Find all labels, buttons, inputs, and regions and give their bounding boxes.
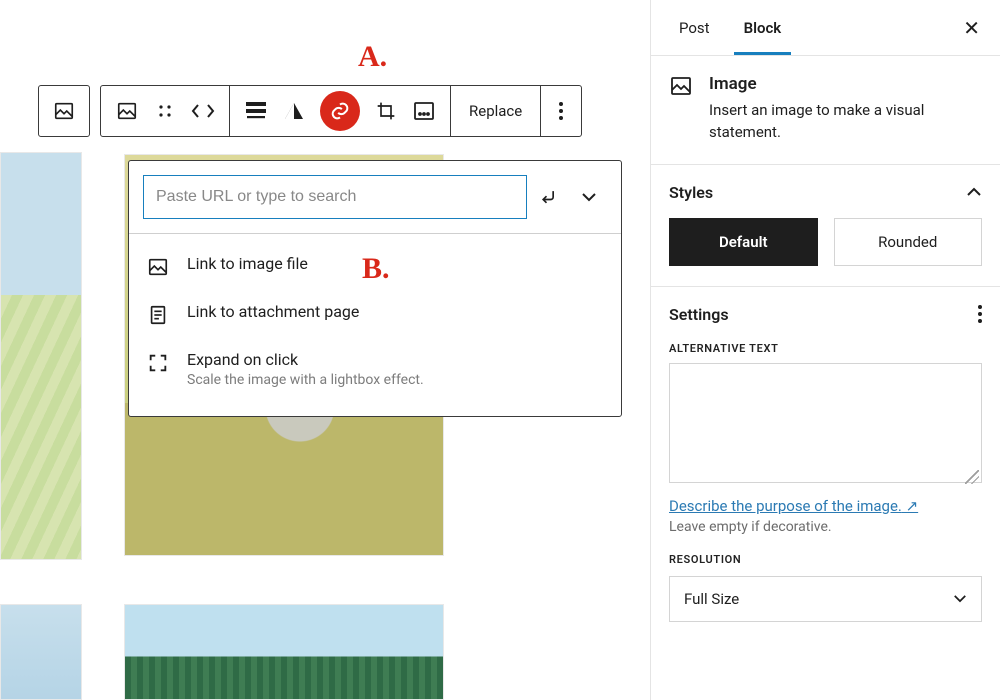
close-sidebar-button[interactable]: ✕ bbox=[963, 18, 980, 38]
option-label: Link to attachment page bbox=[187, 302, 359, 321]
gallery-image[interactable] bbox=[0, 152, 82, 560]
link-option-expand[interactable]: Expand on click Scale the image with a l… bbox=[143, 338, 607, 400]
sidebar-tabs: Post Block ✕ bbox=[651, 0, 1000, 56]
link-option-attachment[interactable]: Link to attachment page bbox=[143, 290, 607, 338]
annotation-b: B. bbox=[362, 252, 390, 286]
alt-text-input[interactable] bbox=[669, 363, 982, 483]
image-icon bbox=[669, 74, 695, 144]
resolution-value: Full Size bbox=[684, 590, 739, 608]
page-icon bbox=[147, 304, 171, 326]
settings-heading: Settings bbox=[669, 305, 729, 324]
gallery-image[interactable] bbox=[0, 604, 82, 700]
close-icon: ✕ bbox=[963, 16, 980, 40]
option-sub: Scale the image with a lightbox effect. bbox=[187, 372, 424, 388]
link-options-toggle[interactable] bbox=[571, 179, 607, 215]
style-rounded-button[interactable]: Rounded bbox=[834, 218, 983, 266]
insert-link-button[interactable] bbox=[320, 91, 360, 131]
resolution-label: RESOLUTION bbox=[669, 553, 982, 566]
block-type-button[interactable] bbox=[38, 85, 90, 137]
caption-icon bbox=[414, 102, 434, 120]
settings-panel: Settings ALTERNATIVE TEXT Describe the p… bbox=[651, 287, 1000, 642]
enter-icon bbox=[539, 187, 559, 207]
transform-button[interactable] bbox=[115, 99, 139, 123]
replace-button[interactable]: Replace bbox=[451, 86, 541, 136]
style-default-button[interactable]: Default bbox=[669, 218, 818, 266]
caption-button[interactable] bbox=[412, 99, 436, 123]
drag-handle[interactable] bbox=[153, 99, 177, 123]
block-description: Insert an image to make a visual stateme… bbox=[709, 100, 982, 144]
chevron-down-icon bbox=[953, 594, 967, 603]
chevron-down-icon bbox=[581, 192, 597, 202]
block-title: Image bbox=[709, 74, 982, 94]
editor-canvas: A. bbox=[0, 0, 650, 700]
option-label: Link to image file bbox=[187, 254, 308, 273]
settings-sidebar: Post Block ✕ Image Insert an image to ma… bbox=[650, 0, 1000, 700]
kebab-icon bbox=[559, 102, 563, 120]
link-popover: Link to image file Link to attachment pa… bbox=[128, 160, 622, 417]
link-icon bbox=[329, 100, 351, 122]
styles-panel: Styles Default Rounded bbox=[651, 165, 1000, 287]
crop-icon bbox=[376, 101, 396, 121]
align-icon bbox=[246, 102, 266, 120]
annotation-a: A. bbox=[358, 40, 387, 74]
fullscreen-icon bbox=[147, 352, 171, 374]
align-button[interactable] bbox=[244, 99, 268, 123]
image-icon bbox=[116, 100, 138, 122]
settings-more-button[interactable] bbox=[978, 305, 982, 323]
submit-link-button[interactable] bbox=[531, 179, 567, 215]
collapse-styles-button[interactable] bbox=[966, 187, 982, 197]
more-options-button[interactable] bbox=[541, 86, 581, 136]
kebab-icon bbox=[978, 305, 982, 323]
resolution-select[interactable]: Full Size bbox=[669, 576, 982, 622]
link-url-input[interactable] bbox=[143, 175, 527, 219]
alt-text-label: ALTERNATIVE TEXT bbox=[669, 342, 982, 355]
block-toolbar: Replace bbox=[38, 85, 582, 137]
alt-text-hint: Leave empty if decorative. bbox=[669, 519, 982, 535]
alt-text-help-link[interactable]: Describe the purpose of the image. ↗ bbox=[669, 497, 918, 515]
image-icon bbox=[53, 100, 75, 122]
duotone-icon bbox=[283, 101, 305, 121]
styles-heading: Styles bbox=[669, 183, 713, 202]
move-arrows[interactable] bbox=[191, 99, 215, 123]
option-label: Expand on click bbox=[187, 350, 424, 369]
arrows-icon bbox=[190, 102, 216, 120]
duotone-button[interactable] bbox=[282, 99, 306, 123]
image-icon bbox=[147, 256, 171, 278]
tab-post[interactable]: Post bbox=[669, 1, 720, 54]
block-summary-panel: Image Insert an image to make a visual s… bbox=[651, 56, 1000, 165]
drag-icon bbox=[157, 103, 173, 119]
chevron-up-icon bbox=[966, 187, 982, 197]
crop-button[interactable] bbox=[374, 99, 398, 123]
gallery-image[interactable] bbox=[124, 604, 444, 700]
tab-block[interactable]: Block bbox=[734, 1, 792, 54]
